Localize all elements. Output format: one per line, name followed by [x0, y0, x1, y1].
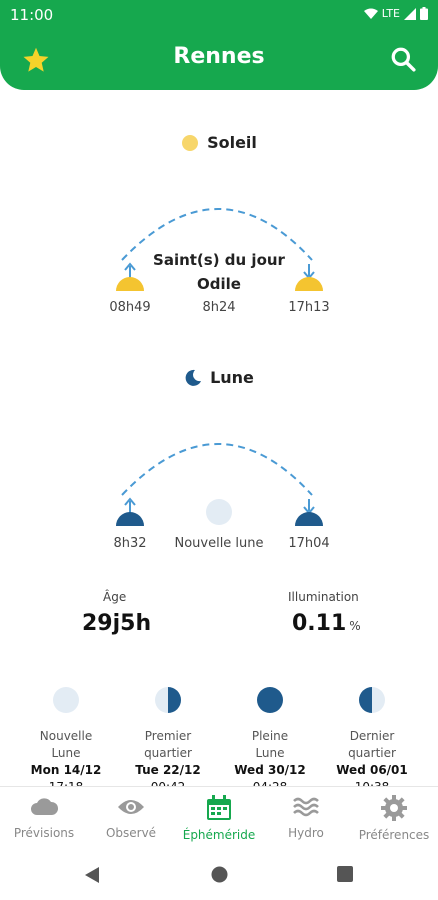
sun-title-label: Soleil	[207, 133, 257, 152]
phase-label: Dernier quartier	[348, 729, 396, 760]
page-title: Rennes	[173, 44, 265, 69]
sunrise-time: 08h49	[109, 300, 151, 315]
moonset-time: 17h04	[288, 536, 330, 551]
phase-date: Wed 06/01	[336, 763, 408, 777]
gear-icon	[381, 795, 407, 821]
moon-phase-name: Nouvelle lune	[174, 536, 264, 551]
moon-title-label: Lune	[210, 368, 254, 387]
saints-title: Saint(s) du jour	[153, 251, 285, 269]
new-moon-phase-icon	[206, 499, 232, 525]
sun-icon	[182, 134, 199, 151]
nav-label: Hydro	[288, 826, 324, 840]
calendar-icon	[207, 795, 231, 820]
phase-label: Pleine Lune	[251, 729, 289, 760]
phase-label: Premier quartier	[144, 729, 192, 760]
nav-item-preferences[interactable]: Préférences	[350, 795, 438, 842]
nav-label: Prévisions	[13, 826, 75, 840]
system-indicators: LTE	[363, 7, 428, 20]
home-icon[interactable]	[211, 866, 228, 883]
phase-date: Wed 30/12	[234, 763, 306, 777]
nav-item-previsions[interactable]: Prévisions	[0, 795, 88, 840]
nav-item-observe[interactable]: Observé	[87, 795, 175, 840]
age-value: 29j5h	[82, 611, 152, 636]
sunset-time: 17h13	[288, 300, 330, 315]
app-bar: Rennes	[0, 30, 438, 90]
wifi-icon	[363, 8, 378, 19]
phase-date: Mon 14/12	[30, 763, 102, 777]
cloud-icon	[31, 798, 59, 815]
last-quarter-icon	[359, 687, 385, 713]
phase-label: Nouvelle Lune	[39, 729, 93, 760]
phase-item-full-moon: Pleine Lune Wed 30/12 04:28	[220, 686, 320, 787]
recents-icon[interactable]	[337, 866, 353, 882]
new-moon-icon	[53, 687, 79, 713]
nav-label: Éphéméride	[182, 828, 256, 842]
day-length: 8h24	[202, 300, 236, 315]
illumination-value-wrap: 0.11%	[292, 611, 361, 636]
status-bar: 11:00 LTE	[0, 0, 438, 30]
full-moon-icon	[257, 687, 283, 713]
nav-item-ephemeride[interactable]: Éphéméride	[175, 795, 263, 842]
nav-label: Observé	[105, 826, 157, 840]
phase-item-new-moon: Nouvelle Lune Mon 14/12 17:18	[16, 686, 116, 787]
bottom-nav: Prévisions Observé Éphéméride Hydro Préf…	[0, 786, 438, 850]
moon-section-title: Lune	[0, 368, 438, 387]
saint-name: Odile	[197, 275, 241, 293]
moonrise-icon	[116, 497, 144, 526]
status-time: 11:00	[10, 6, 54, 24]
back-icon[interactable]	[84, 866, 100, 884]
illumination-label: Illumination	[288, 590, 359, 604]
sun-section-title: Soleil	[0, 133, 438, 152]
age-label: Âge	[103, 590, 127, 604]
illumination-value: 0.11	[292, 611, 347, 636]
network-type: LTE	[381, 7, 400, 20]
moonset-icon	[295, 499, 323, 526]
phase-item-last-quarter: Dernier quartier Wed 06/01 10:38	[322, 686, 422, 787]
crescent-moon-icon	[185, 369, 202, 386]
search-icon[interactable]	[390, 46, 416, 72]
eye-icon	[118, 800, 144, 814]
waves-icon	[293, 797, 319, 817]
phase-item-first-quarter: Premier quartier Tue 22/12 00:42	[118, 686, 218, 787]
nav-item-hydro[interactable]: Hydro	[262, 795, 350, 840]
first-quarter-icon	[155, 687, 181, 713]
illumination-unit: %	[349, 619, 361, 633]
signal-icon	[404, 7, 416, 20]
nav-label: Préférences	[358, 828, 430, 842]
moonrise-time: 8h32	[113, 536, 147, 551]
battery-icon	[420, 7, 428, 20]
system-navigation-bar	[0, 850, 438, 900]
phase-date: Tue 22/12	[135, 763, 201, 777]
